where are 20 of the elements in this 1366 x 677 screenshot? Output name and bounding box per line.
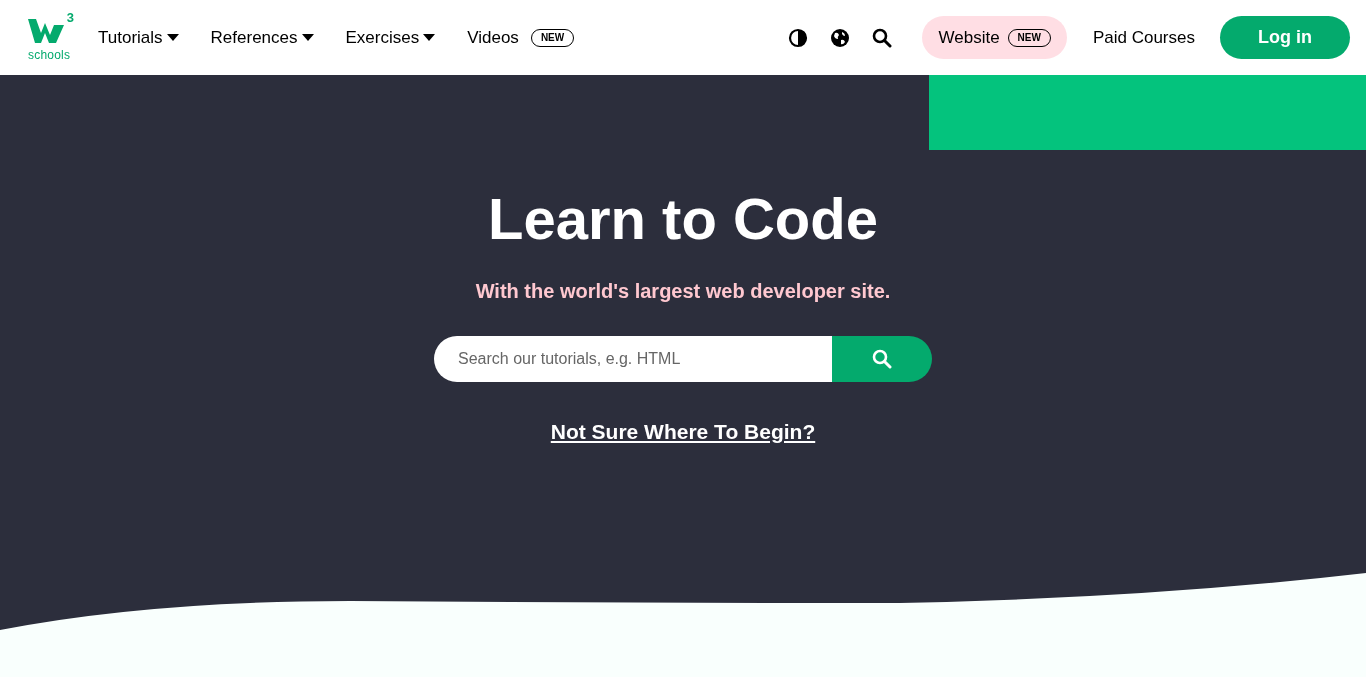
caret-icon [166, 33, 179, 42]
hero-title: Learn to Code [487, 185, 879, 253]
contrast-icon[interactable] [788, 27, 809, 48]
website-button[interactable]: Website NEW [922, 16, 1067, 59]
w-logo-icon [28, 16, 64, 44]
nav-link[interactable]: Exercises [345, 24, 436, 51]
search-field[interactable]: Search our tutorials, e.g. HTML [434, 335, 832, 382]
search-button[interactable] [832, 335, 932, 382]
caret-icon [423, 33, 436, 42]
nav-link[interactable]: References [210, 24, 314, 51]
globe-icon[interactable] [830, 27, 851, 48]
search-icon[interactable] [872, 27, 893, 48]
caret-icon [301, 33, 314, 42]
paid-courses-link[interactable]: Paid Courses [1092, 24, 1195, 51]
hero-subtitle: With the world's largest web developer site. [474, 278, 892, 304]
search-icon [872, 348, 892, 369]
nav-link[interactable]: Videos NEW [467, 24, 575, 51]
nav-link[interactable]: Tutorials [98, 24, 179, 51]
logo-wordmark: schools [28, 48, 71, 61]
begin-link[interactable]: Not Sure Where To Begin? [550, 415, 816, 448]
